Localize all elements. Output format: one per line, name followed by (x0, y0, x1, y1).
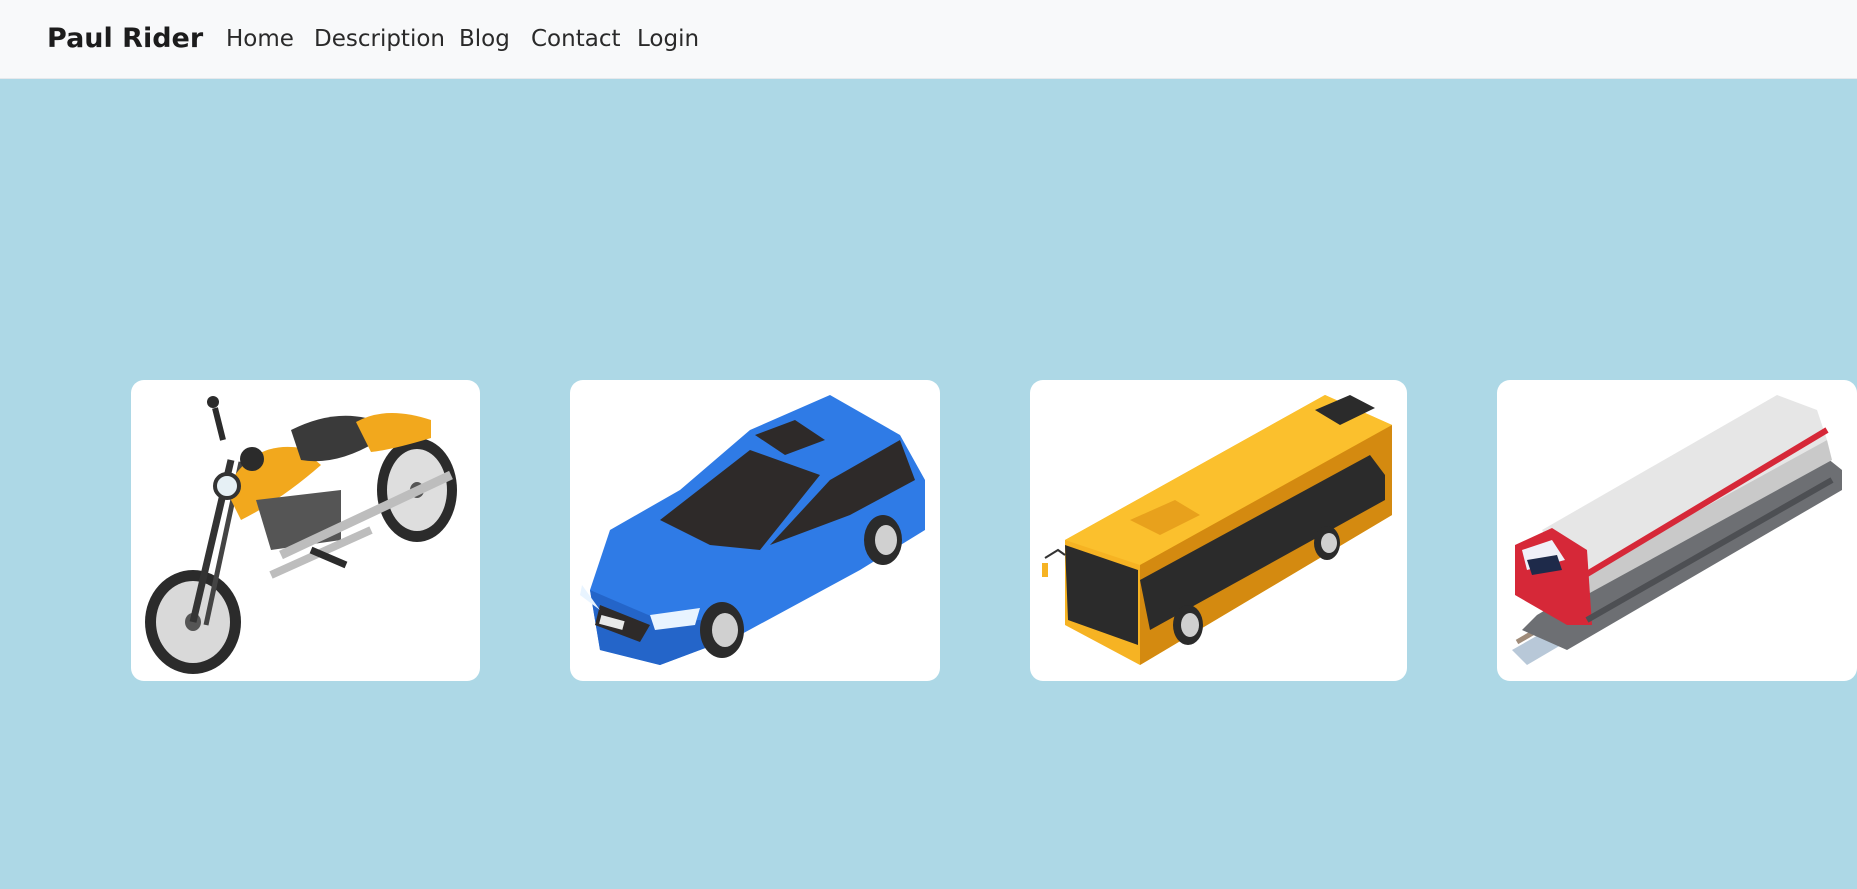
brand-link[interactable]: Paul Rider (47, 20, 203, 58)
nav-link-blog[interactable]: Blog (459, 22, 510, 56)
motorcycle-image (145, 396, 457, 674)
car-card (570, 380, 940, 681)
motorcycle-card (131, 380, 480, 681)
nav-link-login[interactable]: Login (637, 22, 699, 56)
nav-link-contact[interactable]: Contact (531, 22, 620, 56)
car-image (580, 395, 925, 665)
nav-link-description[interactable]: Description (314, 22, 445, 56)
bus-image (1042, 395, 1392, 665)
bus-card (1030, 380, 1407, 681)
navbar: Paul Rider Home Description Blog Contact… (0, 0, 1857, 79)
nav-link-home[interactable]: Home (226, 22, 294, 56)
train-card (1497, 380, 1857, 681)
train-image (1512, 395, 1842, 665)
